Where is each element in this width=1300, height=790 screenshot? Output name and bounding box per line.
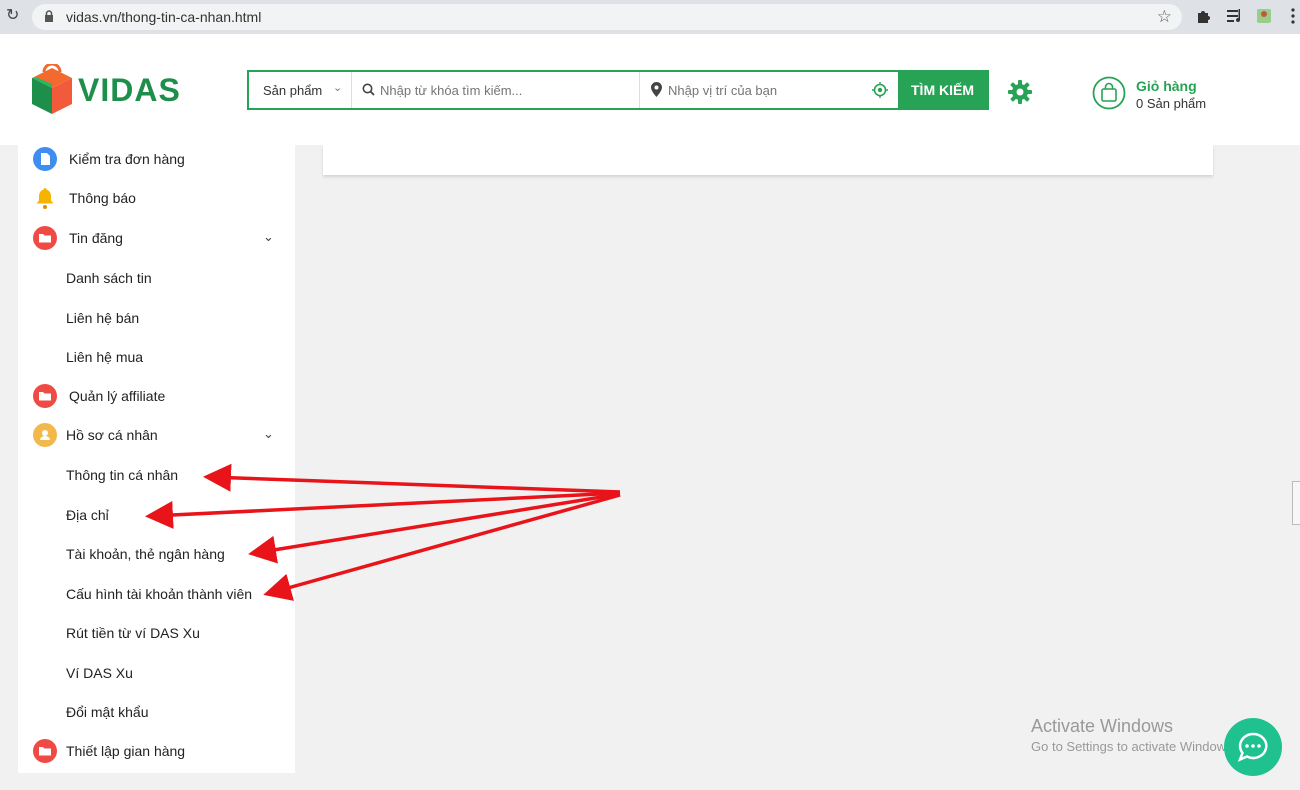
location-input[interactable] bbox=[668, 80, 868, 100]
content-panel bbox=[323, 145, 1213, 175]
address-bar[interactable]: vidas.vn/thong-tin-ca-nhan.html ☆ bbox=[32, 4, 1182, 30]
sidebar-item-affiliate[interactable]: Quản lý affiliate bbox=[18, 378, 295, 414]
location-pin-icon bbox=[651, 82, 662, 97]
bell-icon bbox=[36, 188, 54, 209]
sidebar-item-profile[interactable]: Hồ sơ cá nhân ⌄ bbox=[18, 417, 295, 453]
category-select[interactable]: Sản phẩm ⌄ bbox=[249, 72, 352, 108]
locate-me-icon[interactable] bbox=[872, 82, 888, 98]
folder-icon bbox=[33, 226, 57, 250]
chevron-down-icon[interactable]: ⌄ bbox=[263, 426, 274, 442]
sidebar-item-label: Thông báo bbox=[69, 190, 136, 206]
chevron-down-icon: ⌄ bbox=[333, 82, 343, 94]
sidebar-subitem-sell-contacts[interactable]: Liên hệ bán bbox=[66, 310, 139, 326]
sidebar-subitem-bank-accounts[interactable]: Tài khoản, thẻ ngân hàng bbox=[66, 546, 225, 562]
location-search bbox=[640, 72, 900, 108]
extensions-puzzle-icon[interactable] bbox=[1195, 7, 1213, 25]
cart-widget[interactable]: Giỏ hàng 0 Sản phẩm bbox=[1092, 76, 1292, 112]
reload-icon[interactable]: ↻ bbox=[6, 8, 22, 24]
bookmark-star-icon[interactable]: ☆ bbox=[1157, 7, 1172, 27]
media-queue-icon[interactable] bbox=[1226, 7, 1244, 25]
sidebar-item-listings[interactable]: Tin đăng ⌄ bbox=[18, 220, 295, 256]
browser-toolbar: ↻ vidas.vn/thong-tin-ca-nhan.html ☆ bbox=[0, 0, 1300, 34]
sidebar-item-label: Hồ sơ cá nhân bbox=[66, 427, 158, 443]
sidebar-subitem-personal-info[interactable]: Thông tin cá nhân bbox=[66, 467, 178, 483]
user-icon bbox=[33, 423, 57, 447]
search-button[interactable]: TÌM KIẾM bbox=[898, 72, 987, 108]
annotation-arrow bbox=[248, 492, 621, 564]
side-tab-handle[interactable] bbox=[1292, 481, 1300, 525]
logo-text: VIDAS bbox=[78, 72, 181, 108]
sidebar-item-label: Quản lý affiliate bbox=[69, 388, 166, 404]
account-sidebar: Kiểm tra đơn hàng Thông báo Tin đăng ⌄ D… bbox=[18, 145, 295, 773]
folder-icon bbox=[33, 739, 57, 763]
vidas-logo[interactable]: VIDAS bbox=[30, 62, 181, 116]
lock-icon bbox=[45, 10, 53, 22]
cart-title: Giỏ hàng bbox=[1136, 78, 1197, 94]
annotation-arrow bbox=[263, 493, 621, 601]
activate-title: Activate Windows bbox=[1031, 716, 1174, 736]
sidebar-subitem-member-config[interactable]: Cấu hình tài khoản thành viên bbox=[66, 586, 252, 602]
activate-windows-watermark: Activate Windows Go to Settings to activ… bbox=[1031, 716, 1236, 754]
sidebar-item-label: Thiết lập gian hàng bbox=[66, 743, 186, 759]
browser-menu-icon[interactable] bbox=[1284, 7, 1300, 25]
sidebar-item-label: Tin đăng bbox=[69, 230, 123, 246]
sidebar-subitem-buy-contacts[interactable]: Liên hệ mua bbox=[66, 349, 143, 365]
sidebar-subitem-listing-list[interactable]: Danh sách tin bbox=[66, 270, 152, 286]
sidebar-subitem-change-password[interactable]: Đổi mật khẩu bbox=[66, 704, 148, 720]
folder-icon bbox=[33, 384, 57, 408]
sidebar-subitem-address[interactable]: Địa chỉ bbox=[66, 507, 109, 523]
sidebar-item-order-check[interactable]: Kiểm tra đơn hàng bbox=[18, 141, 295, 177]
sidebar-subitem-das-wallet[interactable]: Ví DAS Xu bbox=[66, 665, 133, 681]
cart-count: 0 Sản phẩm bbox=[1136, 96, 1207, 111]
gear-icon[interactable] bbox=[1007, 79, 1033, 105]
url-text: vidas.vn/thong-tin-ca-nhan.html bbox=[66, 9, 262, 25]
sidebar-subitem-withdraw[interactable]: Rút tiền từ ví DAS Xu bbox=[66, 625, 200, 641]
chevron-down-icon[interactable]: ⌄ bbox=[263, 229, 274, 245]
keyword-input[interactable] bbox=[380, 80, 630, 100]
category-label: Sản phẩm bbox=[263, 83, 323, 98]
shopping-bag-icon bbox=[1092, 76, 1126, 110]
sidebar-item-store-setup[interactable]: Thiết lập gian hàng bbox=[18, 733, 295, 769]
chat-button[interactable] bbox=[1224, 718, 1282, 776]
keyword-search bbox=[352, 72, 640, 108]
document-icon bbox=[33, 147, 57, 171]
logo-box-icon bbox=[32, 62, 72, 114]
search-bar: Sản phẩm ⌄ TÌM KIẾM bbox=[247, 70, 989, 110]
search-icon bbox=[362, 83, 375, 96]
profile-avatar-icon[interactable] bbox=[1255, 7, 1273, 25]
activate-subtitle: Go to Settings to activate Windows. bbox=[1031, 739, 1237, 754]
sidebar-item-notifications[interactable]: Thông báo bbox=[18, 180, 295, 216]
sidebar-item-label: Kiểm tra đơn hàng bbox=[69, 151, 185, 167]
site-header: VIDAS Sản phẩm ⌄ TÌM KIẾM bbox=[0, 34, 1300, 145]
chat-bubble-icon bbox=[1237, 732, 1268, 762]
